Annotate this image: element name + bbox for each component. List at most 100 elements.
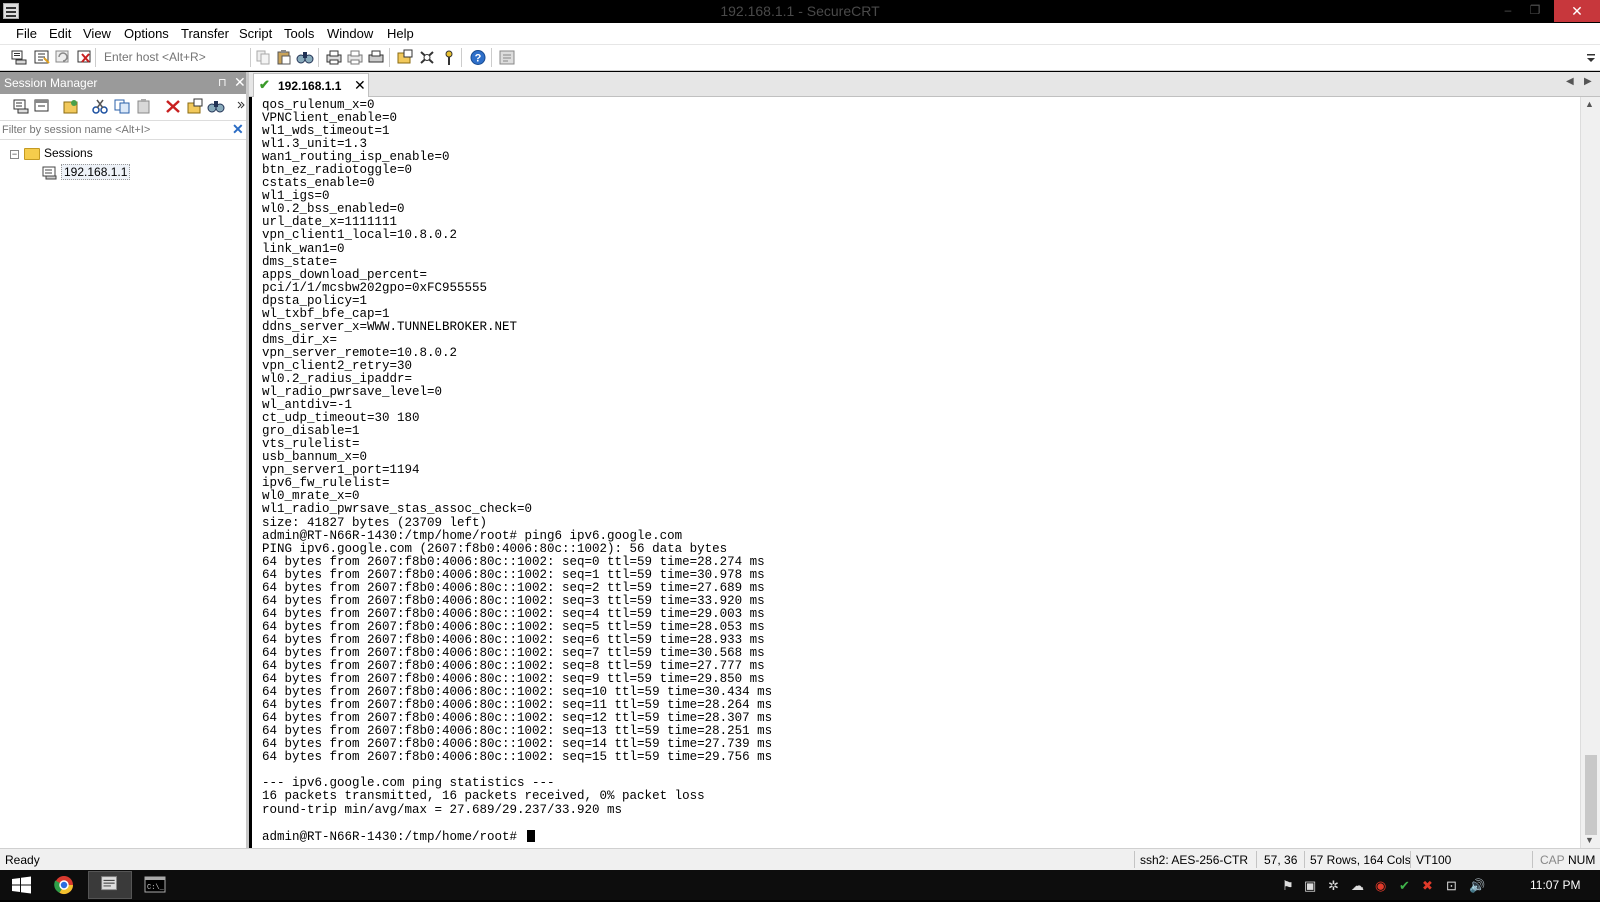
terminal-line: vpn_server_remote=10.8.0.2 — [262, 345, 458, 360]
session-properties-icon[interactable] — [186, 98, 204, 115]
terminal-line: link_wan1=0 — [262, 241, 345, 256]
menu-script[interactable]: Script — [239, 26, 272, 41]
network-icon[interactable]: ⊡ — [1446, 878, 1457, 894]
cut-icon[interactable] — [91, 98, 109, 115]
sftp-icon[interactable] — [498, 49, 516, 66]
session-options-icon[interactable] — [396, 49, 414, 66]
menu-help[interactable]: Help — [387, 26, 414, 41]
taskbar-clock[interactable]: 11:07 PM — [1530, 878, 1580, 892]
menu-window[interactable]: Window — [327, 26, 373, 41]
terminal-output[interactable]: qos_rulenum_x=0 VPNClient_enable=0 wl1_wds… — [252, 97, 1580, 848]
toolbar-separator — [318, 48, 319, 67]
menu-bar: File Edit View Options Transfer Script T… — [0, 23, 1600, 45]
reconnect-icon[interactable] — [54, 49, 72, 66]
print-icon[interactable] — [325, 49, 343, 66]
tab-session[interactable]: ✔ 192.168.1.1 ✕ — [253, 73, 369, 97]
cmd-icon[interactable]: C:\_ — [133, 871, 177, 899]
printer-setup-icon[interactable] — [367, 49, 385, 66]
tree-folder-label: Sessions — [44, 146, 93, 160]
find-session-icon[interactable] — [207, 98, 225, 115]
close-button[interactable]: ✕ — [1554, 0, 1600, 22]
keymap-icon[interactable] — [440, 49, 458, 66]
toolbar-overflow-icon[interactable] — [1582, 49, 1596, 66]
terminal-line: admin@RT-N66R-1430:/tmp/home/root# ping6… — [262, 528, 683, 543]
shield-icon[interactable]: ✔ — [1399, 878, 1410, 894]
scroll-down-icon[interactable]: ▼ — [1585, 835, 1594, 845]
volume-icon[interactable]: 🔊 — [1469, 878, 1485, 894]
session-tab-bar: ✔ 192.168.1.1 ✕ ◀ ▶ — [249, 72, 1600, 97]
menu-tools[interactable]: Tools — [284, 26, 314, 41]
filter-clear-icon[interactable]: ✕ — [232, 121, 244, 138]
copy-icon[interactable] — [254, 49, 272, 66]
find-icon[interactable] — [296, 49, 314, 66]
paste-icon[interactable] — [275, 49, 293, 66]
scroll-up-icon[interactable]: ▲ — [1585, 99, 1594, 109]
session-toolbar-overflow-icon[interactable] — [232, 98, 245, 115]
toolbar-separator — [389, 48, 390, 67]
delete-session-icon[interactable] — [164, 98, 182, 115]
record-icon[interactable]: ◉ — [1375, 878, 1386, 894]
chrome-icon[interactable] — [42, 871, 86, 899]
session-manager-header: Session Manager ⊓ ✕ — [0, 72, 246, 94]
connect-icon[interactable] — [10, 49, 28, 66]
paste-session-icon[interactable] — [135, 98, 153, 115]
terminal-line: 64 bytes from 2607:f8b0:4006:80c::1002: … — [262, 580, 765, 595]
menu-edit[interactable]: Edit — [49, 26, 71, 41]
terminal-text: qos_rulenum_x=0 VPNClient_enable=0 wl1_wds… — [262, 98, 773, 843]
copy-session-icon[interactable] — [113, 98, 131, 115]
flag-icon[interactable]: ⚑ — [1282, 878, 1294, 894]
status-bar: Ready ssh2: AES-256-CTR 57, 36 57 Rows, … — [0, 848, 1600, 870]
tab-scroll-right-icon[interactable]: ▶ — [1584, 76, 1592, 87]
terminal-line: wl_txbf_bfe_cap=1 — [262, 306, 390, 321]
network-share-icon[interactable]: ✲ — [1328, 878, 1339, 894]
connect-in-tab-icon[interactable] — [33, 98, 51, 115]
terminal-line: 64 bytes from 2607:f8b0:4006:80c::1002: … — [262, 632, 765, 647]
terminal-line: 64 bytes from 2607:f8b0:4006:80c::1002: … — [262, 750, 773, 765]
connect-session-icon[interactable] — [12, 98, 30, 115]
terminal-line: dpsta_policy=1 — [262, 293, 368, 308]
securecrt-taskbar-icon[interactable] — [88, 871, 132, 899]
menu-file[interactable]: File — [16, 26, 37, 41]
menu-view[interactable]: View — [83, 26, 111, 41]
tree-session-item[interactable]: 192.168.1.1 — [40, 164, 220, 182]
session-filter-input[interactable] — [2, 122, 222, 138]
pin-icon[interactable]: ⊓ — [218, 76, 227, 89]
disconnect-icon[interactable] — [76, 49, 94, 66]
tab-close-icon[interactable]: ✕ — [354, 77, 366, 94]
terminal-line: cstats_enable=0 — [262, 176, 375, 191]
help-icon[interactable]: ? — [469, 49, 487, 66]
tree-folder-sessions[interactable]: − Sessions — [8, 146, 238, 164]
session-manager-close-button[interactable]: ✕ — [234, 74, 246, 91]
tree-session-label: 192.168.1.1 — [61, 164, 131, 180]
collapse-icon[interactable]: − — [10, 150, 19, 159]
menu-transfer[interactable]: Transfer — [181, 26, 229, 41]
toolbar-separator — [491, 48, 492, 67]
menu-options[interactable]: Options — [124, 26, 169, 41]
tab-label: 192.168.1.1 — [278, 79, 342, 93]
window-title: 192.168.1.1 - SecureCRT — [720, 3, 880, 19]
session-icon — [42, 166, 58, 180]
toolbar-separator — [461, 48, 462, 67]
start-button[interactable] — [0, 871, 44, 899]
security-alert-icon[interactable]: ✖ — [1422, 878, 1433, 894]
session-manager-title: Session Manager — [4, 76, 98, 90]
tab-scroll-left-icon[interactable]: ◀ — [1566, 76, 1574, 87]
new-session-icon[interactable] — [62, 98, 80, 115]
terminal-line: 16 packets transmitted, 16 packets recei… — [262, 789, 705, 804]
terminal-scrollbar[interactable]: ▲ ▼ — [1580, 97, 1600, 848]
terminal-line: 64 bytes from 2607:f8b0:4006:80c::1002: … — [262, 593, 765, 608]
scrollbar-thumb[interactable] — [1585, 755, 1597, 835]
terminal-line: pci/1/1/mcsbw202gpo=0xFC955555 — [262, 280, 488, 295]
quick-connect-icon[interactable] — [33, 49, 51, 66]
print-selection-icon[interactable] — [346, 49, 364, 66]
terminal-line: size: 41827 bytes (23709 left) — [262, 515, 488, 530]
status-ready: Ready — [5, 853, 40, 867]
cloud-icon[interactable]: ☁ — [1351, 878, 1364, 894]
monitor-icon[interactable]: ▣ — [1304, 878, 1316, 894]
host-input[interactable] — [97, 47, 249, 67]
minimize-button[interactable]: – — [1494, 0, 1522, 20]
restore-button[interactable]: ❐ — [1522, 0, 1548, 20]
terminal-prompt-line[interactable]: admin@RT-N66R-1430:/tmp/home/root# — [262, 829, 772, 843]
global-options-icon[interactable] — [418, 49, 436, 66]
